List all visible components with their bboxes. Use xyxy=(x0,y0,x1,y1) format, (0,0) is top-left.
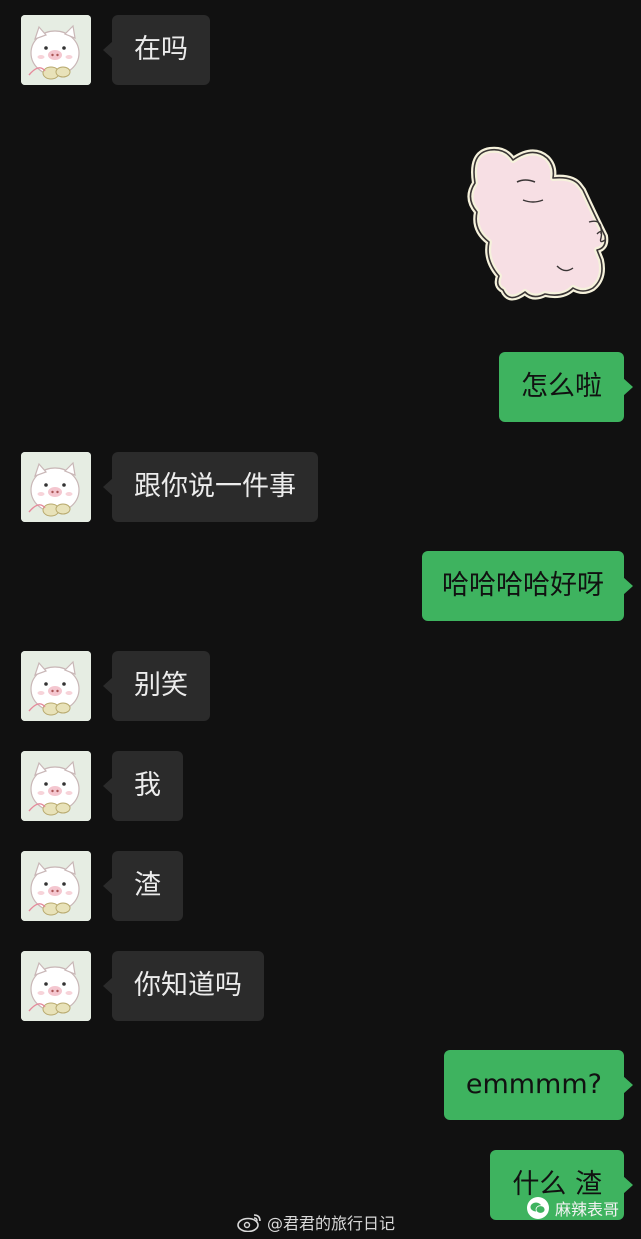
pig-avatar-icon xyxy=(21,651,91,721)
pig-avatar-icon xyxy=(21,452,91,522)
contact-avatar[interactable] xyxy=(21,851,91,921)
outgoing-message-bubble[interactable]: emmmm? xyxy=(443,1050,634,1120)
watermark-text: @君君的旅行日记 xyxy=(267,1214,396,1233)
pig-sticker-icon xyxy=(467,146,609,301)
contact-avatar[interactable] xyxy=(21,951,91,1021)
contact-avatar[interactable] xyxy=(21,751,91,821)
incoming-message-bubble[interactable]: 你知道吗 xyxy=(103,951,264,1021)
incoming-message-bubble[interactable]: 在吗 xyxy=(103,15,210,85)
contact-avatar[interactable] xyxy=(21,15,91,85)
pink-pig-sticker[interactable] xyxy=(455,138,620,303)
pig-avatar-icon xyxy=(21,851,91,921)
outgoing-message-bubble[interactable]: 哈哈哈哈好呀 xyxy=(422,551,633,621)
outgoing-message-bubble[interactable]: 怎么啦 xyxy=(499,352,633,422)
contact-avatar[interactable] xyxy=(21,452,91,522)
incoming-message-bubble[interactable]: 别笑 xyxy=(103,651,210,721)
contact-avatar[interactable] xyxy=(21,651,91,721)
pig-avatar-icon xyxy=(21,751,91,821)
incoming-message-bubble[interactable]: 渣 xyxy=(103,851,183,921)
account-name: 麻辣表哥 xyxy=(555,1200,620,1219)
incoming-message-bubble[interactable]: 我 xyxy=(103,751,183,821)
weibo-icon xyxy=(237,1214,261,1232)
wechat-official-account-icon xyxy=(527,1197,549,1219)
weibo-watermark: @君君的旅行日记 xyxy=(237,1208,395,1236)
official-account-mark: 麻辣表哥 xyxy=(527,1196,619,1220)
pig-avatar-icon xyxy=(21,951,91,1021)
incoming-message-bubble[interactable]: 跟你说一件事 xyxy=(103,452,318,522)
pig-avatar-icon xyxy=(21,15,91,85)
